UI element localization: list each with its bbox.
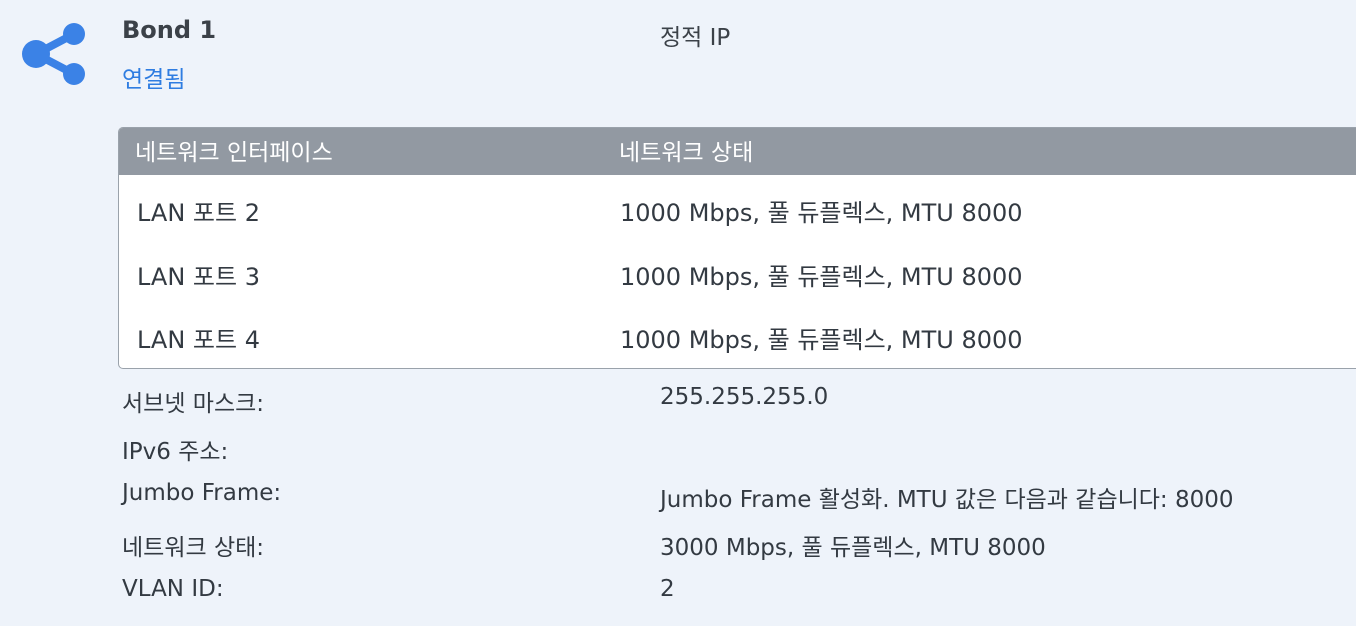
ipv6-address-label: IPv6 주소: [122,439,229,465]
detail-row-vlan-id: VLAN ID: 2 [0,576,1356,616]
subnet-mask-value: 255.255.255.0 [660,384,829,410]
port-name: LAN 포트 2 [137,199,260,227]
port-state: 1000 Mbps, 풀 듀플렉스, MTU 8000 [620,326,1023,354]
table-row: LAN 포트 4 1000 Mbps, 풀 듀플렉스, MTU 8000 [119,302,1356,366]
port-table: 네트워크 인터페이스 네트워크 상태 LAN 포트 2 1000 Mbps, 풀… [118,127,1356,369]
table-row: LAN 포트 2 1000 Mbps, 풀 듀플렉스, MTU 8000 [119,175,1356,239]
connection-status: 연결됨 [122,67,186,93]
port-name: LAN 포트 4 [137,326,260,354]
column-header-interface: 네트워크 인터페이스 [135,140,333,166]
network-state-value: 3000 Mbps, 풀 듀플렉스, MTU 8000 [660,535,1046,561]
detail-row-subnet-mask: 서브넷 마스크: 255.255.255.0 [0,384,1356,424]
jumbo-frame-label: Jumbo Frame: [122,480,282,506]
table-row: LAN 포트 3 1000 Mbps, 풀 듀플렉스, MTU 8000 [119,239,1356,303]
port-name: LAN 포트 3 [137,262,260,291]
network-state-label: 네트워크 상태: [122,535,265,561]
jumbo-frame-value: Jumbo Frame 활성화. MTU 값은 다음과 같습니다: 8000 [660,487,1234,513]
interface-name: Bond 1 [122,16,217,44]
subnet-mask-label: 서브넷 마스크: [122,391,265,417]
column-header-state: 네트워크 상태 [619,140,754,166]
ip-mode: 정적 IP [660,25,731,51]
vlan-id-label: VLAN ID: [122,576,224,602]
detail-row-ipv6-address: IPv6 주소: [0,432,1356,472]
detail-row-network-state: 네트워크 상태: 3000 Mbps, 풀 듀플렉스, MTU 8000 [0,528,1356,568]
share-network-icon [22,23,85,85]
vlan-id-value: 2 [660,576,675,602]
port-state: 1000 Mbps, 풀 듀플렉스, MTU 8000 [620,199,1023,227]
port-state: 1000 Mbps, 풀 듀플렉스, MTU 8000 [620,262,1023,291]
detail-row-jumbo-frame: Jumbo Frame: Jumbo Frame 활성화. MTU 값은 다음과… [0,480,1356,520]
table-header: 네트워크 인터페이스 네트워크 상태 [119,128,1356,175]
